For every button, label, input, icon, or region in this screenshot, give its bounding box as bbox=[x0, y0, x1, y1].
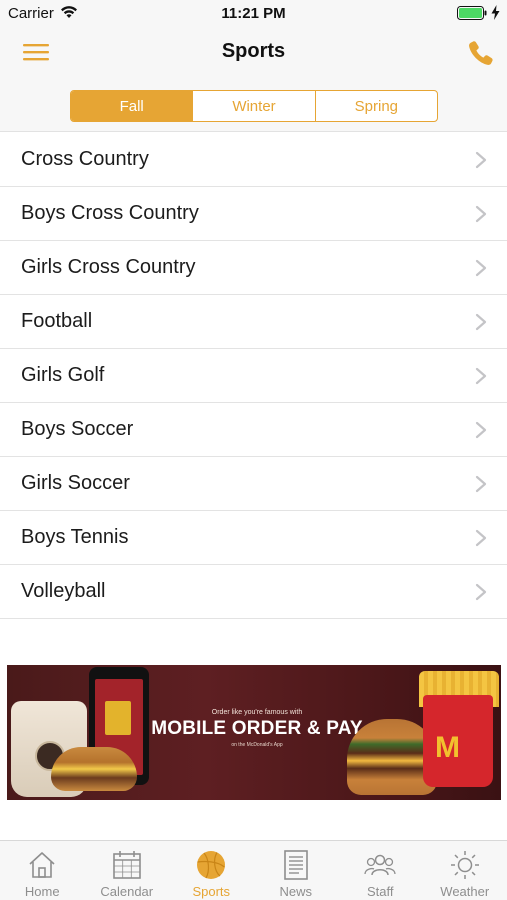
tab-calendar[interactable]: Calendar bbox=[85, 841, 170, 900]
chevron-right-icon bbox=[475, 529, 487, 547]
list-item-label: Girls Cross Country bbox=[21, 256, 196, 278]
list-item-girls-soccer[interactable]: Girls Soccer bbox=[0, 457, 507, 511]
segment-winter[interactable]: Winter bbox=[193, 91, 316, 121]
list-item-label: Boys Cross Country bbox=[21, 202, 199, 224]
home-icon bbox=[29, 852, 55, 878]
list-item-football[interactable]: Football bbox=[0, 295, 507, 349]
navigation-bar: Sports bbox=[0, 28, 507, 80]
tab-label: Calendar bbox=[100, 884, 154, 899]
list-item-label: Boys Tennis bbox=[21, 526, 129, 548]
tab-news[interactable]: News bbox=[254, 841, 339, 900]
sports-list: Cross Country Boys Cross Country Girls C… bbox=[0, 133, 507, 619]
list-item-label: Cross Country bbox=[21, 148, 149, 170]
status-bar: Carrier 11:21 PM bbox=[0, 0, 507, 28]
segment-spring[interactable]: Spring bbox=[316, 91, 437, 121]
chevron-right-icon bbox=[475, 367, 487, 385]
newspaper-icon bbox=[283, 850, 308, 880]
chevron-right-icon bbox=[475, 259, 487, 277]
tab-label: News bbox=[279, 884, 312, 899]
tab-label: Home bbox=[24, 884, 60, 899]
ad-phone-fries-image bbox=[105, 701, 131, 735]
list-item-boys-tennis[interactable]: Boys Tennis bbox=[0, 511, 507, 565]
tab-weather[interactable]: Weather bbox=[423, 841, 507, 900]
chevron-right-icon bbox=[475, 475, 487, 493]
bottom-tab-bar: Home Calendar Sports News Staff Weather bbox=[0, 840, 507, 900]
list-item-girls-golf[interactable]: Girls Golf bbox=[0, 349, 507, 403]
ad-banner[interactable]: Order like you're famous with MOBILE ORD… bbox=[7, 665, 501, 800]
season-segmented-control: Fall Winter Spring bbox=[70, 90, 438, 122]
tab-home[interactable]: Home bbox=[0, 841, 85, 900]
list-item-label: Football bbox=[21, 310, 93, 332]
chevron-right-icon bbox=[475, 313, 487, 331]
list-item-girls-cross-country[interactable]: Girls Cross Country bbox=[0, 241, 507, 295]
tab-sports[interactable]: Sports bbox=[169, 841, 254, 900]
tab-staff[interactable]: Staff bbox=[338, 841, 423, 900]
calendar-icon bbox=[112, 851, 141, 879]
list-item-boys-cross-country[interactable]: Boys Cross Country bbox=[0, 187, 507, 241]
sun-icon bbox=[450, 851, 479, 879]
staff-icon bbox=[364, 854, 396, 876]
phone-icon[interactable] bbox=[467, 39, 495, 67]
ad-kicker: Order like you're famous with bbox=[211, 709, 303, 716]
tab-label: Weather bbox=[440, 884, 490, 899]
ad-headline: MOBILE ORDER & PAY bbox=[151, 718, 363, 739]
mcdonalds-logo: M bbox=[435, 731, 460, 764]
segment-fall[interactable]: Fall bbox=[71, 91, 194, 121]
tab-label: Sports bbox=[192, 884, 231, 899]
chevron-right-icon bbox=[475, 583, 487, 601]
sports-screen: Carrier 11:21 PM Sports Fall Winter Spri… bbox=[0, 0, 507, 900]
list-item-label: Volleyball bbox=[21, 580, 106, 602]
clock-label: 11:21 PM bbox=[221, 5, 286, 22]
basketball-icon bbox=[197, 851, 226, 879]
charging-bolt-icon bbox=[491, 5, 500, 20]
list-item-label: Boys Soccer bbox=[21, 418, 134, 440]
list-item-label: Girls Golf bbox=[21, 364, 105, 386]
list-item-cross-country[interactable]: Cross Country bbox=[0, 133, 507, 187]
list-item-volleyball[interactable]: Volleyball bbox=[0, 565, 507, 619]
ad-subline: on the McDonald's App bbox=[231, 742, 283, 748]
tab-label: Staff bbox=[366, 884, 394, 899]
chevron-right-icon bbox=[475, 151, 487, 169]
list-item-label: Girls Soccer bbox=[21, 472, 130, 494]
chevron-right-icon bbox=[475, 421, 487, 439]
list-item-boys-soccer[interactable]: Boys Soccer bbox=[0, 403, 507, 457]
battery-icon bbox=[457, 6, 487, 20]
chevron-right-icon bbox=[475, 205, 487, 223]
season-selector-bar: Fall Winter Spring bbox=[0, 80, 507, 132]
page-title: Sports bbox=[221, 40, 286, 62]
ad-breakfast-sandwich-image bbox=[51, 747, 137, 791]
